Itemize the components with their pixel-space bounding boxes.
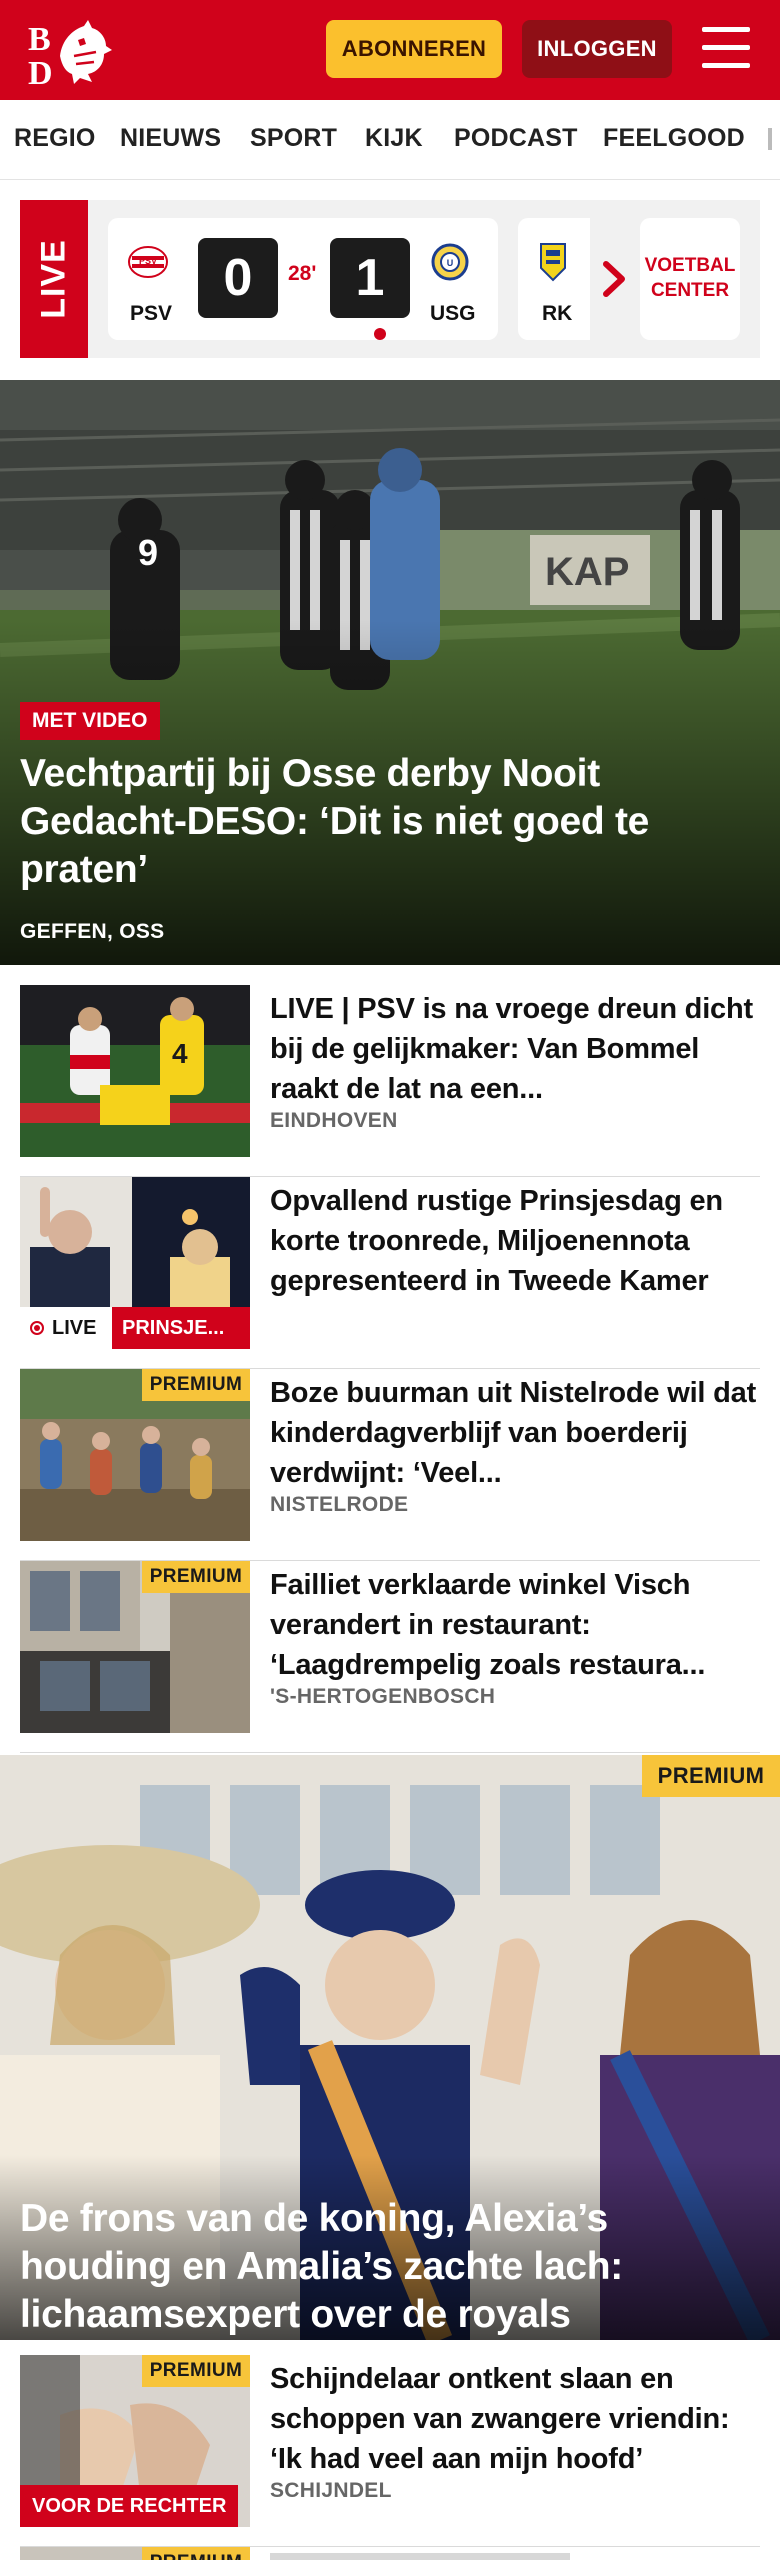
live-dot-icon — [30, 1321, 44, 1335]
svg-text:KAP: KAP — [545, 550, 629, 594]
article-title[interactable]: Boze buurman uit Nistelrode wil dat kind… — [270, 1373, 760, 1493]
royals-feature-article[interactable]: PREMIUM De frons van de koning, Alexia’s… — [0, 1755, 780, 2340]
article-row[interactable]: PREMIUM Failliet verklaarde winkel Visch… — [20, 1561, 760, 1753]
article-title[interactable]: Failliet verklaarde winkel Visch verande… — [270, 1565, 760, 1685]
hero-location: GEFFEN, OSS — [20, 920, 165, 943]
home-team-abbr: PSV — [130, 302, 173, 325]
article-location: 'S-HERTOGENBOSCH — [270, 1685, 496, 1708]
royals-title[interactable]: De frons van de koning, Alexia’s houding… — [20, 2195, 760, 2339]
rkc-logo-icon — [538, 242, 568, 282]
svg-text:U: U — [447, 258, 454, 268]
site-header: B D ABONNEREN INLOGGEN — [0, 0, 780, 100]
premium-badge: PREMIUM — [142, 1369, 250, 1401]
match-card-next[interactable]: RK — [518, 218, 590, 340]
article-title-partial — [270, 2553, 570, 2560]
nav-item-kijk[interactable]: KIJK — [365, 124, 423, 153]
article-title[interactable]: Opvallend rustige Prinsjesdag en korte t… — [270, 1181, 760, 1301]
match-minute: 28' — [288, 262, 317, 285]
voetbal-center-button[interactable]: VOETBAL CENTER — [640, 218, 740, 340]
premium-badge: PREMIUM — [142, 2355, 250, 2387]
nav-item-feelgood[interactable]: FEELGOOD — [603, 124, 745, 153]
usg-logo-icon: U — [430, 242, 470, 282]
article-row-partial[interactable]: PREMIUM — [20, 2547, 760, 2560]
hero-article[interactable]: KAP 9 MET VIDEO Vechtpartij bij Osse der… — [0, 380, 780, 965]
svg-text:B: B — [28, 21, 51, 58]
live-tag: LIVE — [20, 200, 88, 358]
topic-badge[interactable]: VOOR DE RECHTER — [20, 2485, 239, 2527]
article-row[interactable]: PREMIUM VOOR DE RECHTER Schijndelaar ont… — [20, 2355, 760, 2547]
chevron-right-icon[interactable] — [594, 256, 634, 302]
bd-logo[interactable]: B D — [26, 16, 114, 86]
article-location: NISTELRODE — [270, 1493, 409, 1516]
svg-text:PSV: PSV — [139, 256, 157, 266]
nav-item-regio[interactable]: REGIO — [14, 124, 96, 153]
video-badge: MET VIDEO — [20, 702, 160, 740]
article-title[interactable]: Schijndelaar ontkent slaan en schoppen v… — [270, 2359, 760, 2479]
article-location: SCHIJNDEL — [270, 2479, 392, 2502]
hamburger-menu-icon[interactable] — [702, 27, 750, 69]
away-score: 1 — [330, 238, 410, 318]
nav-item-nieuws[interactable]: NIEUWS — [120, 124, 221, 153]
live-scores-bar: LIVE PSV PSV 0 28' 1 U USG RK VOETBAL CE… — [20, 200, 760, 358]
nav-overflow-indicator — [768, 128, 772, 150]
next-team-abbr: RK — [542, 302, 573, 325]
article-title[interactable]: LIVE | PSV is na vroege dreun dicht bij … — [270, 989, 760, 1109]
live-indicator: LIVE — [20, 1307, 112, 1349]
premium-badge: PREMIUM — [642, 1755, 780, 1797]
premium-badge: PREMIUM — [142, 2547, 250, 2560]
premium-badge: PREMIUM — [142, 1561, 250, 1593]
match-card-psv-usg[interactable]: PSV PSV 0 28' 1 U USG — [108, 218, 498, 340]
article-row[interactable]: 4 LIVE | PSV is na vroege dreun dicht bi… — [20, 985, 760, 1177]
hero-title[interactable]: Vechtpartij bij Osse derby Nooit Gedacht… — [20, 750, 760, 894]
psv-logo-icon: PSV — [128, 242, 168, 282]
home-score: 0 — [198, 238, 278, 318]
svg-text:4: 4 — [172, 1038, 188, 1069]
article-row[interactable]: PREMIUM Boze buurman uit Nistelrode wil … — [20, 1369, 760, 1561]
subscribe-button[interactable]: ABONNEREN — [326, 20, 502, 78]
article-location: EINDHOVEN — [270, 1109, 398, 1132]
nav-item-podcast[interactable]: PODCAST — [454, 124, 578, 153]
section-nav: REGIO NIEUWS SPORT KIJK PODCAST FEELGOOD — [0, 100, 780, 180]
svg-text:9: 9 — [138, 532, 158, 573]
goal-indicator-dot — [374, 328, 386, 340]
login-button[interactable]: INLOGGEN — [522, 20, 672, 78]
nav-item-sport[interactable]: SPORT — [250, 124, 337, 153]
topic-badge[interactable]: PRINSJE... — [112, 1307, 250, 1349]
article-row[interactable]: LIVE PRINSJE... Opvallend rustige Prinsj… — [20, 1177, 760, 1369]
away-team-abbr: USG — [430, 302, 476, 325]
svg-text:D: D — [28, 55, 53, 86]
article-thumbnail: 4 — [20, 985, 250, 1157]
